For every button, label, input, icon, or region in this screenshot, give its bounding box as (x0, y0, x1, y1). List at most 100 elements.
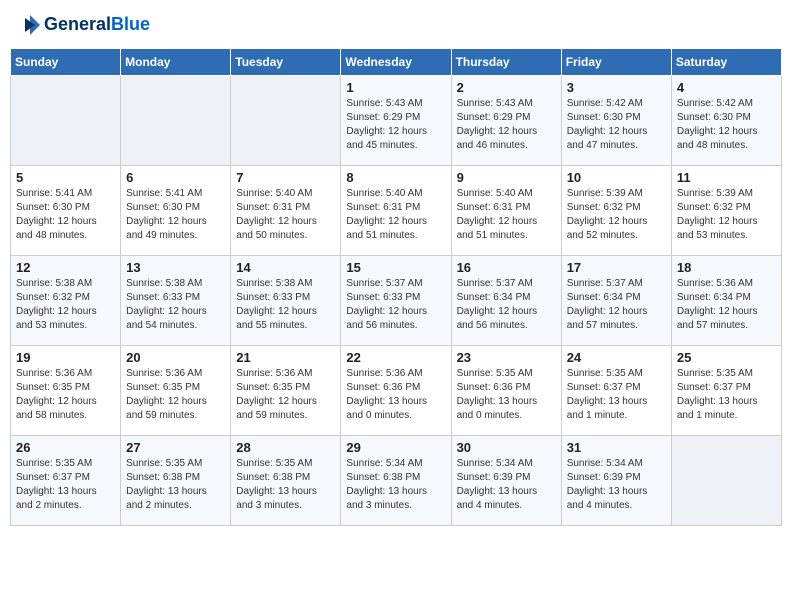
day-number: 17 (567, 260, 666, 275)
day-number: 10 (567, 170, 666, 185)
day-cell (671, 436, 781, 526)
logo: GeneralBlue (10, 10, 150, 40)
day-cell: 27 Sunrise: 5:35 AM Sunset: 6:38 PM Dayli… (121, 436, 231, 526)
day-info: Sunrise: 5:40 AM Sunset: 6:31 PM Dayligh… (236, 187, 335, 243)
col-header-thursday: Thursday (451, 49, 561, 76)
day-number: 26 (16, 440, 115, 455)
day-number: 9 (457, 170, 556, 185)
day-number: 22 (346, 350, 445, 365)
day-info: Sunrise: 5:39 AM Sunset: 6:32 PM Dayligh… (567, 187, 666, 243)
day-cell: 6 Sunrise: 5:41 AM Sunset: 6:30 PM Daylig… (121, 166, 231, 256)
day-number: 2 (457, 80, 556, 95)
logo-icon (10, 10, 40, 40)
col-header-tuesday: Tuesday (231, 49, 341, 76)
day-info: Sunrise: 5:41 AM Sunset: 6:30 PM Dayligh… (126, 187, 225, 243)
day-number: 8 (346, 170, 445, 185)
day-info: Sunrise: 5:36 AM Sunset: 6:34 PM Dayligh… (677, 277, 776, 333)
day-number: 14 (236, 260, 335, 275)
day-number: 21 (236, 350, 335, 365)
day-info: Sunrise: 5:35 AM Sunset: 6:37 PM Dayligh… (677, 367, 776, 423)
day-number: 20 (126, 350, 225, 365)
day-cell: 16 Sunrise: 5:37 AM Sunset: 6:34 PM Dayli… (451, 256, 561, 346)
day-info: Sunrise: 5:43 AM Sunset: 6:29 PM Dayligh… (346, 97, 445, 153)
day-number: 27 (126, 440, 225, 455)
day-number: 4 (677, 80, 776, 95)
day-cell: 7 Sunrise: 5:40 AM Sunset: 6:31 PM Daylig… (231, 166, 341, 256)
calendar-header-row: SundayMondayTuesdayWednesdayThursdayFrid… (11, 49, 782, 76)
day-number: 23 (457, 350, 556, 365)
day-number: 30 (457, 440, 556, 455)
day-number: 11 (677, 170, 776, 185)
day-cell: 13 Sunrise: 5:38 AM Sunset: 6:33 PM Dayli… (121, 256, 231, 346)
logo-text: GeneralBlue (44, 15, 150, 35)
col-header-wednesday: Wednesday (341, 49, 451, 76)
day-cell: 9 Sunrise: 5:40 AM Sunset: 6:31 PM Daylig… (451, 166, 561, 256)
day-info: Sunrise: 5:34 AM Sunset: 6:39 PM Dayligh… (457, 457, 556, 513)
day-number: 29 (346, 440, 445, 455)
day-number: 18 (677, 260, 776, 275)
day-number: 28 (236, 440, 335, 455)
day-cell: 31 Sunrise: 5:34 AM Sunset: 6:39 PM Dayli… (561, 436, 671, 526)
day-info: Sunrise: 5:42 AM Sunset: 6:30 PM Dayligh… (677, 97, 776, 153)
day-info: Sunrise: 5:36 AM Sunset: 6:36 PM Dayligh… (346, 367, 445, 423)
day-number: 5 (16, 170, 115, 185)
day-cell: 22 Sunrise: 5:36 AM Sunset: 6:36 PM Dayli… (341, 346, 451, 436)
day-cell: 15 Sunrise: 5:37 AM Sunset: 6:33 PM Dayli… (341, 256, 451, 346)
day-number: 16 (457, 260, 556, 275)
day-info: Sunrise: 5:37 AM Sunset: 6:33 PM Dayligh… (346, 277, 445, 333)
col-header-sunday: Sunday (11, 49, 121, 76)
page-header: GeneralBlue (10, 10, 782, 40)
day-cell (121, 76, 231, 166)
day-number: 13 (126, 260, 225, 275)
day-info: Sunrise: 5:40 AM Sunset: 6:31 PM Dayligh… (457, 187, 556, 243)
day-info: Sunrise: 5:37 AM Sunset: 6:34 PM Dayligh… (457, 277, 556, 333)
week-row-2: 12 Sunrise: 5:38 AM Sunset: 6:32 PM Dayli… (11, 256, 782, 346)
day-cell: 5 Sunrise: 5:41 AM Sunset: 6:30 PM Daylig… (11, 166, 121, 256)
day-info: Sunrise: 5:35 AM Sunset: 6:36 PM Dayligh… (457, 367, 556, 423)
day-cell: 17Sunrise: 5:37 AM Sunset: 6:34 PM Dayli… (561, 256, 671, 346)
week-row-1: 5 Sunrise: 5:41 AM Sunset: 6:30 PM Daylig… (11, 166, 782, 256)
day-info: Sunrise: 5:39 AM Sunset: 6:32 PM Dayligh… (677, 187, 776, 243)
day-cell: 29 Sunrise: 5:34 AM Sunset: 6:38 PM Dayli… (341, 436, 451, 526)
day-info: Sunrise: 5:38 AM Sunset: 6:33 PM Dayligh… (126, 277, 225, 333)
day-number: 19 (16, 350, 115, 365)
day-cell: 2Sunrise: 5:43 AM Sunset: 6:29 PM Daylig… (451, 76, 561, 166)
day-cell: 25 Sunrise: 5:35 AM Sunset: 6:37 PM Dayli… (671, 346, 781, 436)
day-info: Sunrise: 5:34 AM Sunset: 6:39 PM Dayligh… (567, 457, 666, 513)
day-cell: 1Sunrise: 5:43 AM Sunset: 6:29 PM Daylig… (341, 76, 451, 166)
day-number: 6 (126, 170, 225, 185)
week-row-3: 19 Sunrise: 5:36 AM Sunset: 6:35 PM Dayli… (11, 346, 782, 436)
day-cell: 26 Sunrise: 5:35 AM Sunset: 6:37 PM Dayli… (11, 436, 121, 526)
day-cell: 20 Sunrise: 5:36 AM Sunset: 6:35 PM Dayli… (121, 346, 231, 436)
day-info: Sunrise: 5:42 AM Sunset: 6:30 PM Dayligh… (567, 97, 666, 153)
week-row-4: 26 Sunrise: 5:35 AM Sunset: 6:37 PM Dayli… (11, 436, 782, 526)
day-info: Sunrise: 5:36 AM Sunset: 6:35 PM Dayligh… (16, 367, 115, 423)
day-info: Sunrise: 5:38 AM Sunset: 6:32 PM Dayligh… (16, 277, 115, 333)
calendar-table: SundayMondayTuesdayWednesdayThursdayFrid… (10, 48, 782, 526)
week-row-0: 1Sunrise: 5:43 AM Sunset: 6:29 PM Daylig… (11, 76, 782, 166)
day-cell: 3Sunrise: 5:42 AM Sunset: 6:30 PM Daylig… (561, 76, 671, 166)
day-cell: 23 Sunrise: 5:35 AM Sunset: 6:36 PM Dayli… (451, 346, 561, 436)
day-info: Sunrise: 5:36 AM Sunset: 6:35 PM Dayligh… (126, 367, 225, 423)
day-cell: 10 Sunrise: 5:39 AM Sunset: 6:32 PM Dayli… (561, 166, 671, 256)
day-number: 7 (236, 170, 335, 185)
day-cell: 14Sunrise: 5:38 AM Sunset: 6:33 PM Dayli… (231, 256, 341, 346)
day-info: Sunrise: 5:34 AM Sunset: 6:38 PM Dayligh… (346, 457, 445, 513)
col-header-saturday: Saturday (671, 49, 781, 76)
day-info: Sunrise: 5:41 AM Sunset: 6:30 PM Dayligh… (16, 187, 115, 243)
day-info: Sunrise: 5:35 AM Sunset: 6:37 PM Dayligh… (567, 367, 666, 423)
day-cell: 30 Sunrise: 5:34 AM Sunset: 6:39 PM Dayli… (451, 436, 561, 526)
day-info: Sunrise: 5:40 AM Sunset: 6:31 PM Dayligh… (346, 187, 445, 243)
col-header-friday: Friday (561, 49, 671, 76)
day-number: 12 (16, 260, 115, 275)
day-info: Sunrise: 5:35 AM Sunset: 6:37 PM Dayligh… (16, 457, 115, 513)
day-cell (231, 76, 341, 166)
day-cell: 21Sunrise: 5:36 AM Sunset: 6:35 PM Dayli… (231, 346, 341, 436)
day-number: 31 (567, 440, 666, 455)
day-info: Sunrise: 5:35 AM Sunset: 6:38 PM Dayligh… (126, 457, 225, 513)
day-cell: 24 Sunrise: 5:35 AM Sunset: 6:37 PM Dayli… (561, 346, 671, 436)
day-number: 24 (567, 350, 666, 365)
day-number: 15 (346, 260, 445, 275)
day-number: 25 (677, 350, 776, 365)
day-cell: 18 Sunrise: 5:36 AM Sunset: 6:34 PM Dayli… (671, 256, 781, 346)
